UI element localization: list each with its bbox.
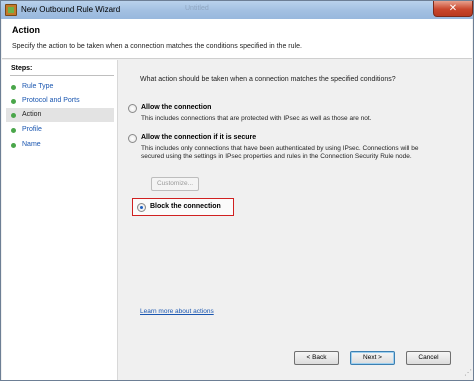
step-bullet-icon: [11, 143, 16, 148]
block-label[interactable]: Block the connection: [150, 203, 221, 210]
page-title: Action: [12, 25, 40, 35]
action-content: What action should be taken when a conne…: [119, 60, 472, 380]
allow-description: This includes connections that are prote…: [141, 115, 372, 122]
page-description: Specify the action to be taken when a co…: [12, 43, 302, 50]
step-profile[interactable]: Profile: [6, 123, 114, 137]
learn-more-link[interactable]: Learn more about actions: [140, 308, 214, 315]
close-button[interactable]: ✕: [433, 1, 473, 17]
step-bullet-icon: [11, 85, 16, 90]
step-name[interactable]: Name: [6, 138, 114, 152]
page-header: Action Specify the action to be taken wh…: [2, 19, 472, 59]
allow-label[interactable]: Allow the connection: [141, 104, 211, 111]
customize-button[interactable]: Customize...: [151, 177, 199, 191]
steps-pane: Steps: Rule Type Protocol and Ports Acti…: [2, 60, 118, 380]
steps-title: Steps:: [11, 65, 33, 72]
step-label: Protocol and Ports: [22, 97, 80, 104]
step-protocol-and-ports[interactable]: Protocol and Ports: [6, 94, 114, 108]
window-title: New Outbound Rule Wizard: [21, 5, 121, 14]
step-label: Profile: [22, 126, 42, 133]
wizard-window: New Outbound Rule Wizard Untitled ✕ Acti…: [0, 0, 474, 381]
firewall-icon: [5, 4, 17, 16]
step-bullet-icon: [11, 113, 16, 118]
allow-secure-radio[interactable]: [128, 134, 137, 143]
allow-secure-description: This includes only connections that have…: [141, 145, 419, 160]
cancel-button[interactable]: Cancel: [406, 351, 451, 365]
block-radio[interactable]: [137, 203, 146, 212]
step-rule-type[interactable]: Rule Type: [6, 80, 114, 94]
back-button[interactable]: < Back: [294, 351, 339, 365]
step-label: Action: [22, 111, 42, 118]
step-label: Rule Type: [22, 83, 54, 90]
step-action[interactable]: Action: [6, 108, 114, 122]
steps-divider: [10, 75, 114, 76]
allow-radio[interactable]: [128, 104, 137, 113]
resize-grip-icon[interactable]: [464, 368, 472, 379]
close-icon: ✕: [448, 3, 458, 14]
next-button[interactable]: Next >: [350, 351, 395, 365]
allow-secure-label[interactable]: Allow the connection if it is secure: [141, 134, 256, 141]
step-label: Name: [22, 141, 41, 148]
step-bullet-icon: [11, 128, 16, 133]
action-question: What action should be taken when a conne…: [140, 76, 396, 83]
background-window-title: Untitled: [185, 5, 209, 12]
step-bullet-icon: [11, 99, 16, 104]
title-bar[interactable]: New Outbound Rule Wizard Untitled ✕: [1, 1, 473, 19]
